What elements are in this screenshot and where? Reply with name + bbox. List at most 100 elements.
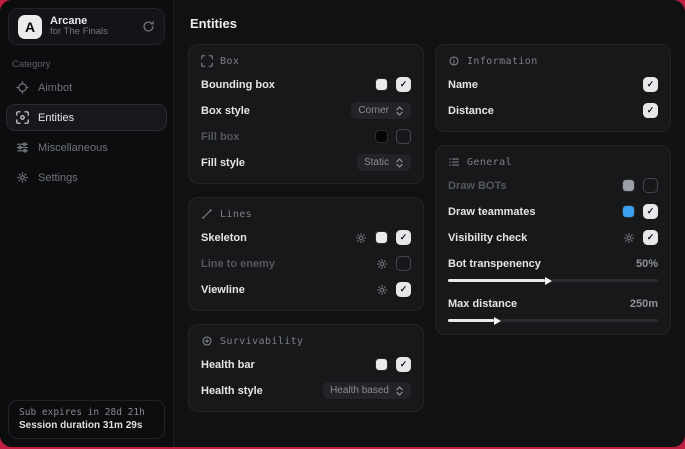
color-swatch[interactable] <box>375 358 388 371</box>
setting-label: Draw teammates <box>448 206 535 218</box>
setting-label: Fill box <box>201 131 240 143</box>
viewline-checkbox[interactable] <box>396 282 411 297</box>
skeleton-checkbox[interactable] <box>396 230 411 245</box>
setting-label: Box style <box>201 105 250 117</box>
category-label: Category <box>12 59 161 70</box>
sidebar-item-label: Entities <box>38 112 74 124</box>
sidebar: A Arcane for The Finals Category Aimbot <box>0 0 174 447</box>
setting-label: Viewline <box>201 284 245 296</box>
visibility-check-checkbox[interactable] <box>643 230 658 245</box>
slider-thumb[interactable] <box>545 277 552 285</box>
setting-row-draw-bots: Draw BOTs <box>448 177 658 194</box>
setting-row-bounding-box: Bounding box <box>201 76 411 93</box>
sidebar-item-miscellaneous[interactable]: Miscellaneous <box>6 134 167 161</box>
sidebar-item-label: Aimbot <box>38 82 72 94</box>
slider-fill <box>448 279 545 282</box>
setting-row-distance: Distance <box>448 102 658 119</box>
setting-label: Bot transpenency <box>448 258 541 270</box>
bot-transparency-value: 50% <box>636 258 658 270</box>
sidebar-item-entities[interactable]: Entities <box>6 104 167 131</box>
app-logo: A <box>18 15 42 39</box>
setting-row-visibility-check: Visibility check <box>448 229 658 246</box>
setting-row-health-bar: Health bar <box>201 356 411 373</box>
setting-row-health-style: Health style Health based <box>201 382 411 399</box>
information-card: Information Name Distance <box>435 44 671 132</box>
lines-card: Lines Skeleton <box>188 197 424 311</box>
refresh-icon[interactable] <box>142 20 155 33</box>
setting-row-bot-transparency: Bot transpenency 50% <box>448 255 658 272</box>
setting-row-box-style: Box style Corner <box>201 102 411 119</box>
visibility-check-settings-gear-icon[interactable] <box>623 232 635 244</box>
setting-label: Visibility check <box>448 232 527 244</box>
max-distance-slider[interactable] <box>448 319 658 322</box>
draw-teammates-checkbox[interactable] <box>643 204 658 219</box>
list-icon <box>448 156 460 168</box>
setting-row-name: Name <box>448 76 658 93</box>
dropdown-value: Corner <box>358 105 389 116</box>
setting-row-fill-box: Fill box <box>201 128 411 145</box>
health-style-dropdown[interactable]: Health based <box>323 382 411 399</box>
app-subtitle: for The Finals <box>50 27 134 38</box>
setting-label: Fill style <box>201 157 245 169</box>
survivability-card: Survivability Health bar Health style He… <box>188 324 424 412</box>
card-title: Survivability <box>220 336 303 347</box>
max-distance-value: 250m <box>630 298 658 310</box>
sidebar-item-settings[interactable]: Settings <box>6 164 167 191</box>
app-logo-card: A Arcane for The Finals <box>8 8 165 45</box>
color-swatch[interactable] <box>375 78 388 91</box>
health-bar-checkbox[interactable] <box>396 357 411 372</box>
chevron-up-down-icon <box>395 106 404 116</box>
fill-style-dropdown[interactable]: Static <box>357 154 411 171</box>
crosshair-icon <box>16 81 29 94</box>
sidebar-item-aimbot[interactable]: Aimbot <box>6 74 167 101</box>
setting-label: Skeleton <box>201 232 247 244</box>
slider-thumb[interactable] <box>494 317 501 325</box>
color-swatch[interactable] <box>622 205 635 218</box>
gear-icon <box>16 171 29 184</box>
bot-transparency-slider[interactable] <box>448 279 658 282</box>
setting-row-line-to-enemy: Line to enemy <box>201 255 411 272</box>
draw-bots-checkbox[interactable] <box>643 178 658 193</box>
life-icon <box>201 335 213 347</box>
info-icon <box>448 55 460 67</box>
setting-row-max-distance: Max distance 250m <box>448 295 658 312</box>
color-swatch[interactable] <box>375 130 388 143</box>
sliders-icon <box>16 141 29 154</box>
setting-row-draw-teammates: Draw teammates <box>448 203 658 220</box>
setting-label: Name <box>448 79 478 91</box>
setting-label: Distance <box>448 105 494 117</box>
card-title: Box <box>220 56 239 67</box>
setting-label: Health style <box>201 385 263 397</box>
box-icon <box>201 55 213 67</box>
chevron-up-down-icon <box>395 386 404 396</box>
dropdown-value: Health based <box>330 385 389 396</box>
fill-box-checkbox[interactable] <box>396 129 411 144</box>
sidebar-item-label: Settings <box>38 172 78 184</box>
color-swatch[interactable] <box>622 179 635 192</box>
general-card: General Draw BOTs Draw teammates <box>435 145 671 335</box>
subscription-info-card: Sub expires in 28d 21h Session duration … <box>8 400 165 439</box>
setting-label: Draw BOTs <box>448 180 506 192</box>
setting-row-fill-style: Fill style Static <box>201 154 411 171</box>
color-swatch[interactable] <box>375 231 388 244</box>
line-to-enemy-checkbox[interactable] <box>396 256 411 271</box>
distance-checkbox[interactable] <box>643 103 658 118</box>
bounding-box-checkbox[interactable] <box>396 77 411 92</box>
page-title: Entities <box>190 16 671 31</box>
slider-fill <box>448 319 494 322</box>
line-icon <box>201 208 213 220</box>
skeleton-settings-gear-icon[interactable] <box>355 232 367 244</box>
setting-label: Health bar <box>201 359 255 371</box>
name-checkbox[interactable] <box>643 77 658 92</box>
box-style-dropdown[interactable]: Corner <box>351 102 411 119</box>
viewline-settings-gear-icon[interactable] <box>376 284 388 296</box>
setting-label: Bounding box <box>201 79 275 91</box>
setting-label: Max distance <box>448 298 517 310</box>
card-title: General <box>467 157 512 168</box>
chevron-up-down-icon <box>395 158 404 168</box>
main-panel: Entities Box Bounding box <box>174 0 685 447</box>
setting-label: Line to enemy <box>201 258 275 270</box>
sub-expiry-text: Sub expires in 28d 21h <box>19 407 154 418</box>
line-to-enemy-settings-gear-icon[interactable] <box>376 258 388 270</box>
box-card: Box Bounding box Box style Corner <box>188 44 424 184</box>
